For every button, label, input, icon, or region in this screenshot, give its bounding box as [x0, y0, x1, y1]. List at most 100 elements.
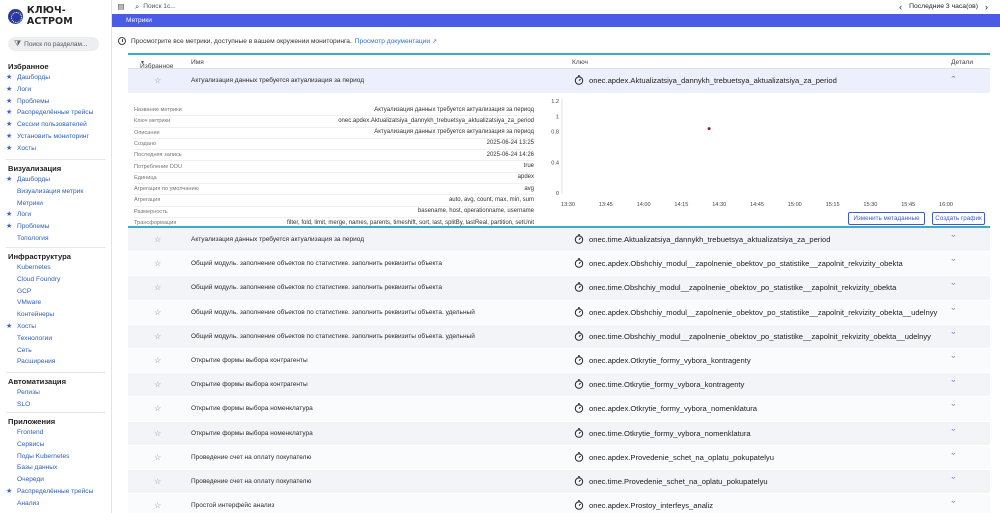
- nav-search-box[interactable]: ⧩: [8, 37, 99, 51]
- chevron-down-icon[interactable]: ˇ: [952, 379, 956, 389]
- nav-item[interactable]: VMware: [0, 297, 111, 309]
- external-link-icon[interactable]: ↗: [432, 38, 437, 45]
- star-icon[interactable]: ☆: [154, 477, 161, 486]
- logo[interactable]: КЛЮЧ-АСТРОМ: [8, 5, 111, 27]
- nav-item[interactable]: ★ Логи: [0, 84, 111, 96]
- table-row[interactable]: ☆ Открытие формы выбора номенклатура onec.…: [128, 397, 990, 422]
- nav-item[interactable]: ★ Логи: [0, 209, 111, 221]
- star-icon[interactable]: ☆: [154, 235, 161, 244]
- star-filled-icon[interactable]: ★: [6, 486, 12, 498]
- nav-item[interactable]: ★ Сессии пользователей: [0, 119, 111, 131]
- nav-item[interactable]: Метрики: [0, 198, 111, 210]
- chevron-left-icon[interactable]: ‹: [895, 2, 906, 12]
- nav-section-title[interactable]: Визуализация: [0, 163, 111, 174]
- star-filled-icon[interactable]: ★: [6, 209, 12, 221]
- timeframe-label[interactable]: Последние 3 часа(ов): [906, 3, 981, 10]
- nav-item[interactable]: ★ Хосты: [0, 321, 111, 333]
- star-filled-icon[interactable]: ★: [6, 72, 12, 84]
- star-filled-icon[interactable]: ★: [6, 174, 12, 186]
- table-row[interactable]: ☆ Открытие формы выбора контрагенты onec.t…: [128, 373, 990, 398]
- header-favorite[interactable]: Избранное ▼: [140, 59, 173, 70]
- nav-item[interactable]: ★ Установить мониторинг: [0, 131, 111, 143]
- star-icon[interactable]: ☆: [154, 332, 161, 341]
- star-filled-icon[interactable]: ★: [6, 321, 12, 333]
- documentation-link[interactable]: Просмотр документации: [355, 38, 430, 45]
- nav-item[interactable]: Расширения: [0, 356, 111, 368]
- star-filled-icon[interactable]: ★: [6, 131, 12, 143]
- chevron-right-icon[interactable]: ›: [981, 2, 992, 12]
- notes-icon[interactable]: ▤: [115, 2, 127, 11]
- star-filled-icon[interactable]: ★: [6, 84, 12, 96]
- star-icon[interactable]: ☆: [154, 404, 161, 413]
- table-row[interactable]: ☆ Общий модуль. заполнение объектов по ст…: [128, 324, 990, 349]
- nav-item[interactable]: Сеть: [0, 345, 111, 357]
- table-row[interactable]: ☆ Актуализация данных требуется актуализа…: [128, 228, 990, 253]
- chevron-down-icon[interactable]: ˇ: [952, 500, 956, 510]
- nav-item[interactable]: Сервисы: [0, 439, 111, 451]
- star-filled-icon[interactable]: ★: [6, 143, 12, 155]
- star-filled-icon[interactable]: ★: [6, 221, 12, 233]
- table-row-expanded[interactable]: ☆ Актуализация данных требуется актуализ…: [128, 69, 990, 93]
- header-key[interactable]: Ключ: [572, 59, 588, 66]
- chevron-down-icon[interactable]: ˇ: [952, 307, 956, 317]
- nav-item[interactable]: GCP: [0, 286, 111, 298]
- nav-item[interactable]: Анализ: [0, 498, 111, 510]
- star-icon[interactable]: ☆: [154, 259, 161, 268]
- star-icon[interactable]: ☆: [154, 453, 161, 462]
- chevron-down-icon[interactable]: ˇ: [952, 355, 956, 365]
- chevron-up-icon[interactable]: ˆ: [952, 75, 956, 85]
- chevron-down-icon[interactable]: ˇ: [952, 403, 956, 413]
- nav-item[interactable]: Frontend: [0, 427, 111, 439]
- nav-search-input[interactable]: [24, 40, 95, 48]
- nav-item[interactable]: SLO: [0, 399, 111, 411]
- chevron-down-icon[interactable]: ˇ: [952, 428, 956, 438]
- create-chart-button[interactable]: Создать график: [932, 212, 985, 225]
- nav-item[interactable]: Топология: [0, 233, 111, 245]
- chevron-down-icon[interactable]: ˇ: [952, 452, 956, 462]
- nav-item[interactable]: Визуализация метрик: [0, 186, 111, 198]
- table-row[interactable]: ☆ Открытие формы выбора номенклатура onec.…: [128, 421, 990, 446]
- nav-item[interactable]: Релизы: [0, 387, 111, 399]
- table-row[interactable]: ☆ Общий модуль. заполнение объектов по ст…: [128, 276, 990, 301]
- star-icon[interactable]: ☆: [154, 283, 161, 292]
- nav-item[interactable]: ★ Распределённые трейсы: [0, 107, 111, 119]
- table-row[interactable]: ☆ Открытие формы выбора контрагенты onec.a…: [128, 348, 990, 374]
- nav-item[interactable]: Базы данных: [0, 462, 111, 474]
- global-search-input[interactable]: [143, 3, 444, 10]
- table-row[interactable]: ☆ Простой интерфейс анализ onec.apdex.Pros…: [128, 494, 990, 513]
- chevron-down-icon[interactable]: ˇ: [952, 234, 956, 244]
- star-icon[interactable]: ☆: [154, 501, 161, 510]
- table-row[interactable]: ☆ Общий модуль. заполнение объектов по ст…: [128, 300, 990, 325]
- star-icon[interactable]: ☆: [154, 356, 161, 365]
- star-icon[interactable]: ☆: [154, 380, 161, 389]
- nav-item[interactable]: Cloud Foundry: [0, 274, 111, 286]
- header-name[interactable]: Имя: [191, 59, 204, 66]
- nav-item[interactable]: ★ Дашборды: [0, 174, 111, 186]
- nav-item[interactable]: Контейнеры: [0, 309, 111, 321]
- chevron-down-icon[interactable]: ˇ: [952, 282, 956, 292]
- nav-item[interactable]: ★ Распределённые трейсы: [0, 486, 111, 498]
- nav-item[interactable]: Очереди: [0, 474, 111, 486]
- table-row[interactable]: ☆ Проведение счет на оплату покупателю one…: [128, 469, 990, 495]
- nav-item[interactable]: ★ Хосты: [0, 143, 111, 155]
- nav-section-title[interactable]: Автоматизация: [0, 376, 111, 387]
- star-filled-icon[interactable]: ★: [6, 107, 12, 119]
- nav-item[interactable]: Технологии: [0, 333, 111, 345]
- star-filled-icon[interactable]: ★: [6, 96, 12, 108]
- nav-item[interactable]: ★ Проблемы: [0, 221, 111, 233]
- star-filled-icon[interactable]: ★: [6, 119, 12, 131]
- edit-metadata-button[interactable]: Изменить метаданные: [848, 212, 925, 225]
- nav-item[interactable]: Поды Kubernetes: [0, 451, 111, 463]
- nav-item[interactable]: Kubernetes: [0, 262, 111, 274]
- chevron-down-icon[interactable]: ˇ: [952, 331, 956, 341]
- nav-section-title[interactable]: Приложения: [0, 416, 111, 427]
- nav-section-title[interactable]: Инфраструктура: [0, 251, 111, 262]
- table-row[interactable]: ☆ Общий модуль. заполнение объектов по ст…: [128, 252, 990, 277]
- nav-item[interactable]: ★ Дашборды: [0, 72, 111, 84]
- table-row[interactable]: ☆ Проведение счет на оплату покупателю one…: [128, 445, 990, 470]
- data-point[interactable]: [707, 127, 711, 131]
- star-icon[interactable]: ☆: [154, 76, 161, 85]
- star-icon[interactable]: ☆: [154, 308, 161, 317]
- nav-item[interactable]: ★ Проблемы: [0, 96, 111, 108]
- chevron-down-icon[interactable]: ˇ: [952, 476, 956, 486]
